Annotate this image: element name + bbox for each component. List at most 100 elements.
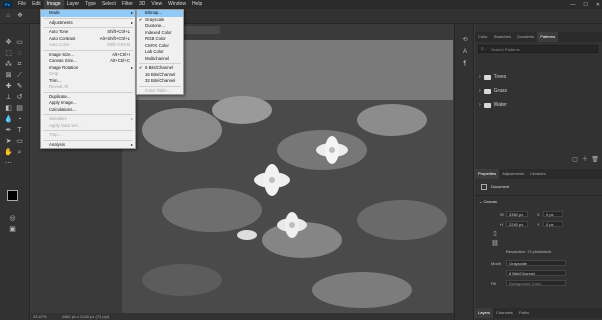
menu-bar: Ps File Edit Image Layer Type Select Filter 3D V… bbox=[0, 0, 602, 9]
artboard-tool-icon[interactable]: ▭ bbox=[15, 38, 24, 47]
menu-filter[interactable]: Filter bbox=[119, 0, 136, 9]
menu-item-label: Canvas Size... bbox=[49, 58, 77, 63]
history-panel-icon[interactable]: ⟲ bbox=[461, 36, 469, 44]
pattern-search-input[interactable]: Search Patterns bbox=[478, 45, 598, 53]
width-field[interactable]: 3380 px bbox=[506, 211, 528, 217]
pattern-folder-water[interactable]: › Water bbox=[479, 102, 507, 108]
gradient-tool-icon[interactable]: ▤ bbox=[15, 104, 24, 113]
pen-tool-icon[interactable]: ✒ bbox=[4, 126, 13, 135]
close-button[interactable]: ✕ bbox=[596, 2, 600, 8]
eraser-tool-icon[interactable]: ◧ bbox=[4, 104, 13, 113]
quick-select-tool-icon[interactable]: ⁂ bbox=[4, 60, 13, 69]
image-menu-item-adjustments[interactable]: Adjustments ▸ bbox=[41, 20, 135, 27]
bit-depth-select[interactable]: 8 Bits/Channel bbox=[506, 270, 566, 276]
image-menu-item-calculations[interactable]: Calculations... bbox=[41, 107, 135, 114]
menu-separator bbox=[139, 63, 181, 64]
mode-label: Mode bbox=[491, 261, 502, 266]
menu-item-label: RGB Color bbox=[145, 36, 166, 41]
tab-patterns[interactable]: Patterns bbox=[537, 32, 559, 42]
menu-layer[interactable]: Layer bbox=[64, 0, 83, 9]
maximize-button[interactable]: ☐ bbox=[583, 2, 587, 8]
type-tool-icon[interactable]: T bbox=[15, 126, 24, 135]
hand-tool-icon[interactable]: ✋ bbox=[4, 148, 13, 157]
tab-swatches[interactable]: Swatches bbox=[491, 32, 514, 42]
x-field[interactable]: 0 px bbox=[543, 211, 563, 217]
foreground-color-swatch[interactable] bbox=[7, 190, 18, 201]
zoom-tool-icon[interactable]: ⌕ bbox=[15, 148, 24, 157]
menu-image[interactable]: Image bbox=[43, 0, 64, 9]
menu-item-label: Adjustments bbox=[49, 19, 73, 25]
menu-file[interactable]: File bbox=[15, 0, 29, 9]
pattern-folder-grass[interactable]: › Grass bbox=[479, 88, 507, 94]
move-tool-icon[interactable]: ✥ bbox=[4, 38, 13, 47]
tab-color[interactable]: Color bbox=[475, 32, 491, 42]
mode-select[interactable]: Grayscale bbox=[506, 260, 566, 266]
move-tool-option-icon[interactable]: ✥ bbox=[16, 12, 24, 20]
eyedropper-tool-icon[interactable]: ⟋ bbox=[15, 71, 24, 80]
new-group-icon[interactable]: ▢ bbox=[571, 156, 579, 164]
tab-layers[interactable]: Layers bbox=[475, 308, 494, 318]
more-tools-icon[interactable]: ⋯ bbox=[4, 159, 13, 168]
document-size-info[interactable]: 4480 px x 2240 px (72 ppi) bbox=[62, 314, 109, 319]
frame-tool-icon[interactable]: ⊠ bbox=[4, 71, 13, 80]
tab-channels[interactable]: Channels bbox=[493, 308, 516, 318]
image-menu-item-mode[interactable]: Mode ▸ bbox=[41, 10, 135, 17]
menu-item-label: 16 Bits/Channel bbox=[145, 71, 176, 77]
menu-view[interactable]: View bbox=[148, 0, 165, 9]
menu-help[interactable]: Help bbox=[189, 0, 205, 9]
brush-tool-icon[interactable]: ✎ bbox=[15, 82, 24, 91]
menu-items: File Edit Image Layer Type Select Filter 3D View… bbox=[15, 0, 205, 9]
menu-item-label: 32 Bits/Channel bbox=[145, 78, 176, 83]
tab-paths[interactable]: Paths bbox=[516, 308, 532, 318]
menu-item-label: Apply Data Set... bbox=[49, 122, 82, 128]
canvas-section-header[interactable]: ⌄ Canvas bbox=[479, 199, 497, 204]
x-label: X bbox=[537, 212, 540, 217]
menu-select[interactable]: Select bbox=[99, 0, 119, 9]
tab-adjustments[interactable]: Adjustments bbox=[499, 169, 527, 179]
menu-item-label: Duplicate... bbox=[49, 93, 71, 99]
path-select-tool-icon[interactable]: ➤ bbox=[4, 137, 13, 146]
home-icon[interactable]: ⌂ bbox=[4, 12, 12, 20]
rectangle-tool-icon[interactable]: ▭ bbox=[15, 137, 24, 146]
pattern-folder-trees[interactable]: › Trees bbox=[479, 74, 506, 80]
character-panel-icon[interactable]: A bbox=[461, 48, 469, 56]
history-brush-tool-icon[interactable]: ↺ bbox=[15, 93, 24, 102]
orientation-icon[interactable]: ▯ bbox=[491, 230, 499, 238]
lasso-tool-icon[interactable]: ◌ bbox=[15, 49, 24, 58]
menu-3d[interactable]: 3D bbox=[136, 0, 148, 9]
menu-item-label: Duotone... bbox=[145, 23, 165, 28]
tab-libraries[interactable]: Libraries bbox=[527, 169, 548, 179]
zoom-level[interactable]: 33.47% bbox=[33, 314, 47, 319]
mode-menu-item-32-bits-channel[interactable]: 32 Bits/Channel bbox=[137, 78, 183, 85]
menu-item-label: Image Size... bbox=[49, 51, 75, 57]
minimize-button[interactable]: — bbox=[570, 2, 575, 8]
paragraph-panel-icon[interactable]: ¶ bbox=[461, 60, 469, 68]
menu-edit[interactable]: Edit bbox=[29, 0, 44, 9]
menu-item-label: Lab Color bbox=[145, 49, 164, 54]
fill-select[interactable]: Background Color bbox=[506, 280, 566, 286]
y-field[interactable]: 0 px bbox=[543, 221, 563, 227]
delete-icon[interactable]: 🗑 bbox=[591, 156, 599, 164]
menu-separator bbox=[43, 139, 133, 141]
folder-label: Water bbox=[493, 102, 507, 108]
submenu-arrow-icon: ▸ bbox=[130, 19, 133, 25]
menu-item-label: Indexed Color bbox=[145, 29, 172, 35]
blur-tool-icon[interactable]: 💧 bbox=[4, 115, 13, 124]
screen-mode-icon[interactable]: ▣ bbox=[8, 225, 17, 234]
link-icon[interactable]: ⛓ bbox=[491, 240, 499, 248]
clone-stamp-tool-icon[interactable]: ⊥ bbox=[4, 93, 13, 102]
mode-menu-item-multichannel[interactable]: Multichannel bbox=[137, 56, 183, 63]
tab-properties[interactable]: Properties bbox=[475, 169, 500, 179]
healing-brush-tool-icon[interactable]: ✚ bbox=[4, 82, 13, 91]
crop-tool-icon[interactable]: ⌗ bbox=[15, 60, 24, 69]
menu-type[interactable]: Type bbox=[82, 0, 99, 9]
image-menu-item-analysis[interactable]: Analysis ▸ bbox=[41, 142, 135, 149]
quick-mask-icon[interactable]: ◎ bbox=[8, 214, 17, 223]
marquee-tool-icon[interactable]: ⬚ bbox=[4, 49, 13, 58]
menu-window[interactable]: Window bbox=[165, 0, 189, 9]
height-field[interactable]: 2240 px bbox=[506, 221, 528, 227]
folder-label: Grass bbox=[493, 88, 508, 94]
tab-gradients[interactable]: Gradients bbox=[514, 32, 537, 42]
dodge-tool-icon[interactable]: ◔ bbox=[15, 115, 24, 124]
new-pattern-icon[interactable]: ＋ bbox=[581, 156, 589, 164]
